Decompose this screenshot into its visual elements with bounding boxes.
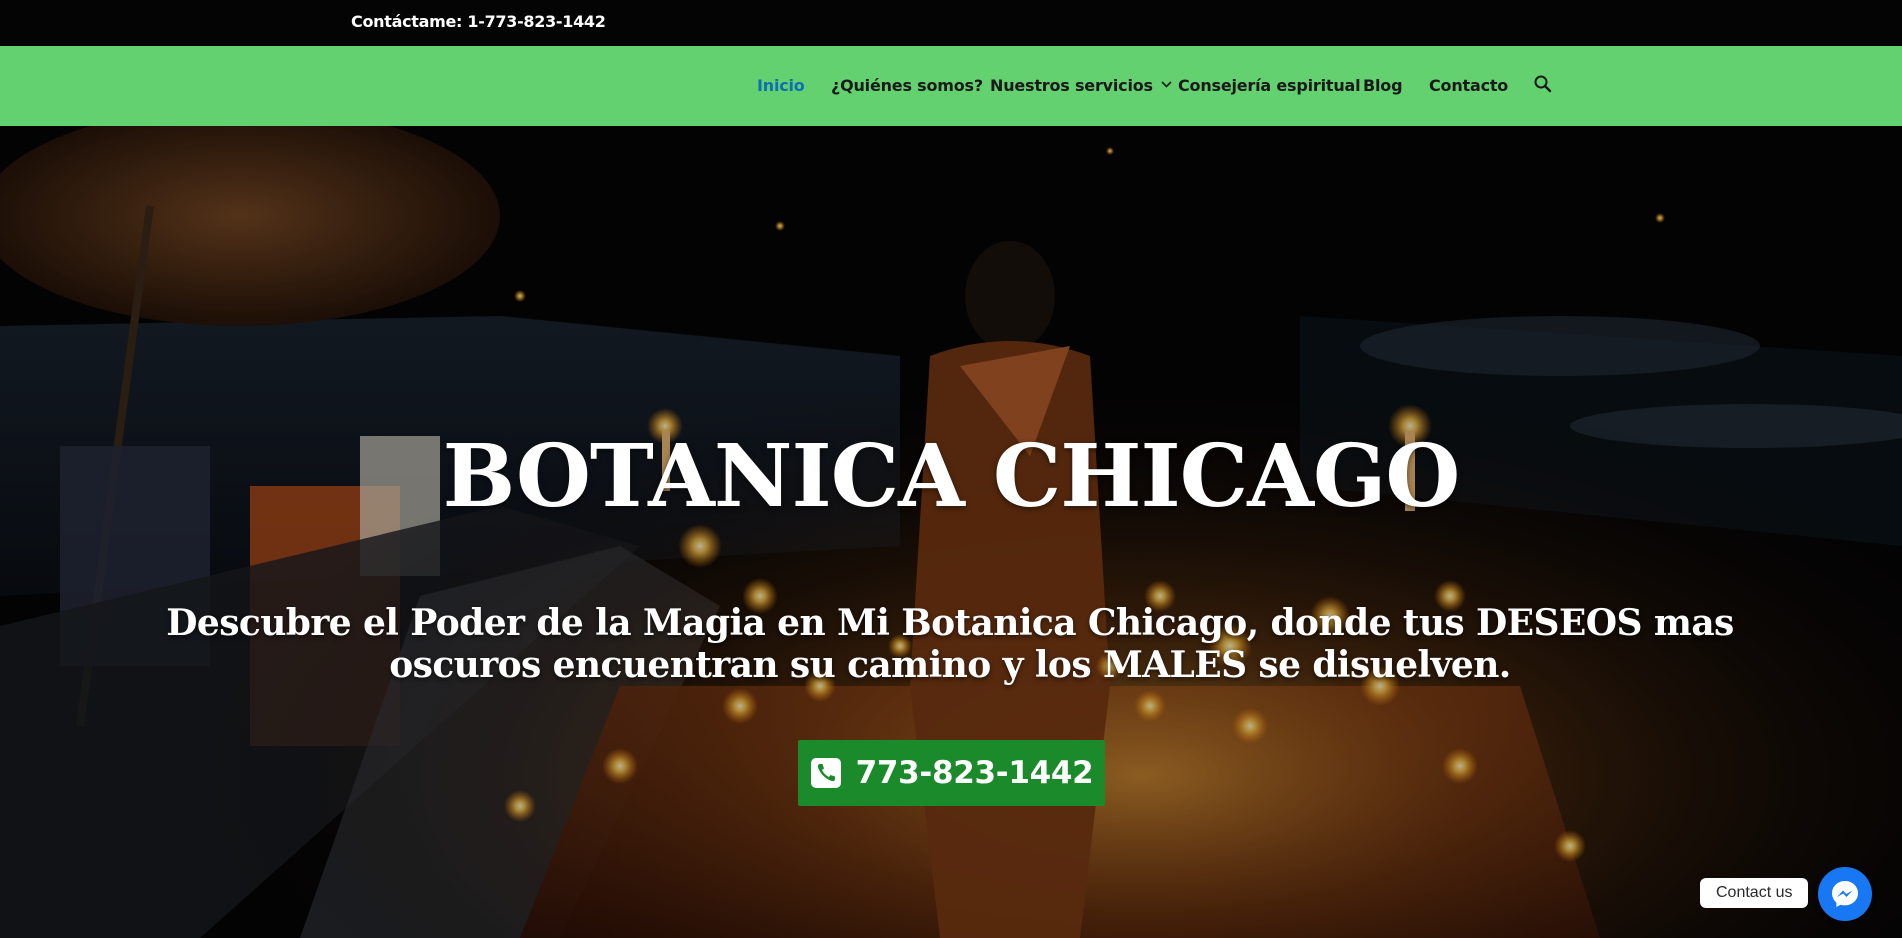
hero-background-image [0,126,1902,938]
call-phone-number: 773-823-1442 [855,755,1094,791]
nav-item-contacto[interactable]: Contacto [1429,76,1508,95]
nav-item-nuestros-servicios-label: Nuestros servicios [990,76,1153,95]
nav-item-consejeria-espiritual[interactable]: Consejería espiritual [1178,76,1361,95]
chevron-down-icon [1161,81,1172,88]
hero-subtitle: Descubre el Poder de la Magia en Mi Bota… [166,602,1734,686]
chat-label[interactable]: Contact us [1700,878,1809,908]
main-nav: Inicio ¿Quiénes somos? Nuestros servicio… [0,46,1902,126]
messenger-button[interactable] [1818,867,1872,921]
call-phone-button[interactable]: 773-823-1442 [798,740,1105,806]
hero-section: BOTANICA CHICAGO Descubre el Poder de la… [0,126,1902,938]
top-bar: Contáctame: 1-773-823-1442 [0,0,1902,46]
nav-item-blog[interactable]: Blog [1363,76,1403,95]
topbar-contact-text: Contáctame: 1-773-823-1442 [351,12,606,31]
messenger-icon [1832,881,1858,907]
search-icon[interactable] [1533,74,1553,94]
nav-item-nuestros-servicios[interactable]: Nuestros servicios [990,76,1172,95]
hero-title: BOTANICA CHICAGO [442,426,1461,527]
nav-item-quienes-somos[interactable]: ¿Quiénes somos? [831,76,983,95]
phone-icon [810,758,841,788]
nav-item-inicio[interactable]: Inicio [757,76,805,95]
